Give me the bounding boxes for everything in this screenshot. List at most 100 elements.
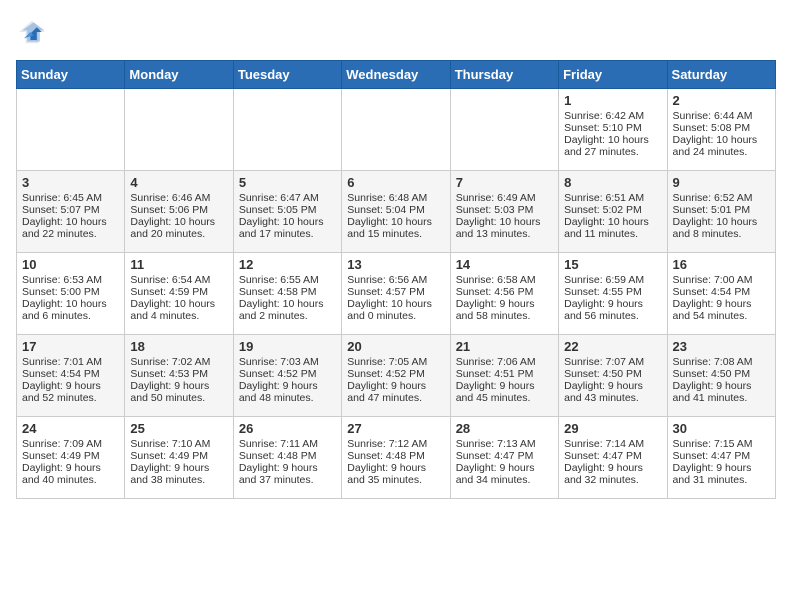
day-info: Sunrise: 7:15 AM: [673, 438, 770, 450]
day-info: Daylight: 10 hours and 4 minutes.: [130, 298, 227, 322]
calendar-cell: 18Sunrise: 7:02 AMSunset: 4:53 PMDayligh…: [125, 335, 233, 417]
day-info: Sunrise: 7:05 AM: [347, 356, 444, 368]
day-info: Daylight: 9 hours and 52 minutes.: [22, 380, 119, 404]
day-info: Sunset: 4:48 PM: [239, 450, 336, 462]
day-info: Sunset: 5:06 PM: [130, 204, 227, 216]
day-info: Daylight: 9 hours and 58 minutes.: [456, 298, 553, 322]
day-number: 26: [239, 421, 336, 436]
day-info: Sunrise: 6:56 AM: [347, 274, 444, 286]
day-number: 5: [239, 175, 336, 190]
day-info: Daylight: 9 hours and 31 minutes.: [673, 462, 770, 486]
day-info: Sunset: 4:58 PM: [239, 286, 336, 298]
day-info: Daylight: 9 hours and 34 minutes.: [456, 462, 553, 486]
logo-icon: [16, 16, 48, 48]
day-number: 30: [673, 421, 770, 436]
day-info: Sunset: 4:49 PM: [22, 450, 119, 462]
day-info: Sunset: 4:56 PM: [456, 286, 553, 298]
day-info: Daylight: 9 hours and 54 minutes.: [673, 298, 770, 322]
day-number: 1: [564, 93, 661, 108]
calendar-cell: [233, 89, 341, 171]
day-info: Sunset: 4:59 PM: [130, 286, 227, 298]
day-info: Sunrise: 6:42 AM: [564, 110, 661, 122]
col-header-sunday: Sunday: [17, 61, 125, 89]
day-info: Sunrise: 7:00 AM: [673, 274, 770, 286]
logo: [16, 16, 52, 48]
calendar-cell: [17, 89, 125, 171]
day-info: Sunset: 4:53 PM: [130, 368, 227, 380]
calendar-cell: 24Sunrise: 7:09 AMSunset: 4:49 PMDayligh…: [17, 417, 125, 499]
calendar-cell: 6Sunrise: 6:48 AMSunset: 5:04 PMDaylight…: [342, 171, 450, 253]
day-info: Sunrise: 7:07 AM: [564, 356, 661, 368]
day-info: Daylight: 10 hours and 8 minutes.: [673, 216, 770, 240]
calendar-cell: 2Sunrise: 6:44 AMSunset: 5:08 PMDaylight…: [667, 89, 775, 171]
day-number: 22: [564, 339, 661, 354]
calendar-cell: 1Sunrise: 6:42 AMSunset: 5:10 PMDaylight…: [559, 89, 667, 171]
day-info: Sunset: 4:47 PM: [456, 450, 553, 462]
calendar-cell: 3Sunrise: 6:45 AMSunset: 5:07 PMDaylight…: [17, 171, 125, 253]
day-info: Sunrise: 6:53 AM: [22, 274, 119, 286]
day-number: 15: [564, 257, 661, 272]
day-info: Sunrise: 7:14 AM: [564, 438, 661, 450]
day-info: Daylight: 9 hours and 45 minutes.: [456, 380, 553, 404]
day-number: 9: [673, 175, 770, 190]
day-info: Sunrise: 7:06 AM: [456, 356, 553, 368]
day-info: Daylight: 9 hours and 41 minutes.: [673, 380, 770, 404]
day-info: Sunrise: 7:08 AM: [673, 356, 770, 368]
col-header-saturday: Saturday: [667, 61, 775, 89]
page-header: [16, 16, 776, 48]
day-info: Sunset: 4:55 PM: [564, 286, 661, 298]
calendar-cell: 19Sunrise: 7:03 AMSunset: 4:52 PMDayligh…: [233, 335, 341, 417]
day-info: Sunset: 5:03 PM: [456, 204, 553, 216]
day-info: Daylight: 9 hours and 35 minutes.: [347, 462, 444, 486]
day-number: 7: [456, 175, 553, 190]
calendar-table: SundayMondayTuesdayWednesdayThursdayFrid…: [16, 60, 776, 499]
day-info: Sunrise: 7:10 AM: [130, 438, 227, 450]
day-info: Daylight: 10 hours and 22 minutes.: [22, 216, 119, 240]
day-number: 16: [673, 257, 770, 272]
day-number: 4: [130, 175, 227, 190]
day-info: Daylight: 9 hours and 38 minutes.: [130, 462, 227, 486]
calendar-cell: [450, 89, 558, 171]
calendar-cell: 13Sunrise: 6:56 AMSunset: 4:57 PMDayligh…: [342, 253, 450, 335]
calendar-cell: 27Sunrise: 7:12 AMSunset: 4:48 PMDayligh…: [342, 417, 450, 499]
day-info: Daylight: 9 hours and 50 minutes.: [130, 380, 227, 404]
calendar-cell: 16 Sunrise: 7:00 AMSunset: 4:54 PMDayligh…: [667, 253, 775, 335]
calendar-cell: 30 Sunrise: 7:15 AMSunset: 4:47 PMDayligh…: [667, 417, 775, 499]
day-info: Sunrise: 6:51 AM: [564, 192, 661, 204]
calendar-cell: 15Sunrise: 6:59 AMSunset: 4:55 PMDayligh…: [559, 253, 667, 335]
calendar-cell: 26Sunrise: 7:11 AMSunset: 4:48 PMDayligh…: [233, 417, 341, 499]
day-info: Sunset: 4:54 PM: [673, 286, 770, 298]
day-info: Daylight: 10 hours and 6 minutes.: [22, 298, 119, 322]
day-info: Sunrise: 6:45 AM: [22, 192, 119, 204]
day-number: 29: [564, 421, 661, 436]
day-info: Sunset: 5:10 PM: [564, 122, 661, 134]
day-info: Sunrise: 6:52 AM: [673, 192, 770, 204]
day-info: Daylight: 9 hours and 40 minutes.: [22, 462, 119, 486]
calendar-cell: 7Sunrise: 6:49 AMSunset: 5:03 PMDaylight…: [450, 171, 558, 253]
day-info: Daylight: 10 hours and 15 minutes.: [347, 216, 444, 240]
calendar-cell: 8Sunrise: 6:51 AMSunset: 5:02 PMDaylight…: [559, 171, 667, 253]
day-info: Sunrise: 6:54 AM: [130, 274, 227, 286]
day-number: 13: [347, 257, 444, 272]
day-info: Daylight: 10 hours and 0 minutes.: [347, 298, 444, 322]
day-info: Sunrise: 6:49 AM: [456, 192, 553, 204]
day-number: 14: [456, 257, 553, 272]
day-number: 3: [22, 175, 119, 190]
day-info: Sunrise: 6:48 AM: [347, 192, 444, 204]
day-info: Sunrise: 6:58 AM: [456, 274, 553, 286]
day-number: 8: [564, 175, 661, 190]
calendar-cell: 10Sunrise: 6:53 AMSunset: 5:00 PMDayligh…: [17, 253, 125, 335]
calendar-cell: 17Sunrise: 7:01 AMSunset: 4:54 PMDayligh…: [17, 335, 125, 417]
day-info: Sunset: 5:05 PM: [239, 204, 336, 216]
calendar-cell: 29Sunrise: 7:14 AMSunset: 4:47 PMDayligh…: [559, 417, 667, 499]
day-info: Sunrise: 7:12 AM: [347, 438, 444, 450]
day-number: 11: [130, 257, 227, 272]
day-info: Sunset: 4:47 PM: [673, 450, 770, 462]
day-info: Sunset: 4:52 PM: [347, 368, 444, 380]
day-info: Sunrise: 7:09 AM: [22, 438, 119, 450]
day-number: 6: [347, 175, 444, 190]
calendar-cell: [125, 89, 233, 171]
day-info: Sunset: 4:52 PM: [239, 368, 336, 380]
calendar-cell: 23Sunrise: 7:08 AMSunset: 4:50 PMDayligh…: [667, 335, 775, 417]
day-number: 21: [456, 339, 553, 354]
